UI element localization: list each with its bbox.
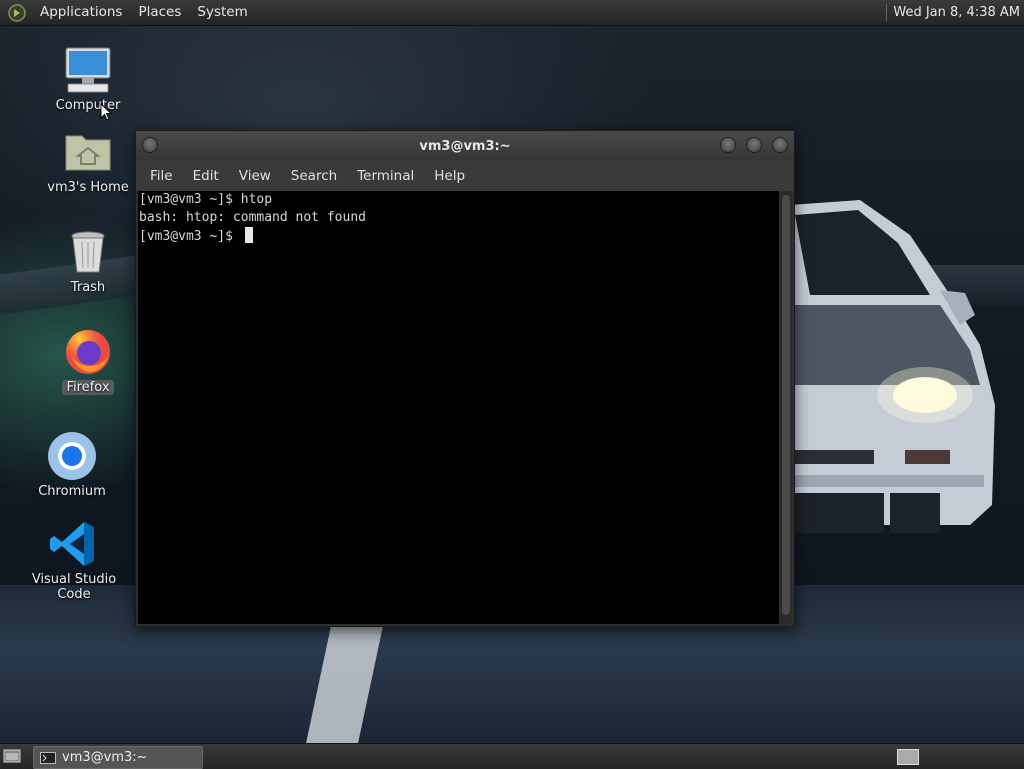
- show-desktop-icon[interactable]: [3, 748, 21, 764]
- desktop-icon-label: Trash: [70, 280, 106, 295]
- window-titlebar[interactable]: vm3@vm3:~: [136, 131, 794, 161]
- desktop-icon-vscode[interactable]: Visual Studio Code: [14, 518, 134, 602]
- centos-logo-icon[interactable]: [8, 3, 26, 22]
- car-image: [790, 200, 995, 533]
- taskbar-item-label: vm3@vm3:~: [62, 750, 148, 765]
- menu-file[interactable]: File: [140, 161, 183, 191]
- trash-icon: [71, 231, 105, 273]
- desktop-icon-label: Visual Studio Code: [31, 572, 117, 602]
- workspace-switcher[interactable]: [897, 749, 919, 765]
- taskbar-item-terminal[interactable]: vm3@vm3:~: [33, 746, 203, 769]
- menu-edit[interactable]: Edit: [183, 161, 229, 191]
- desktop-icon-trash[interactable]: Trash: [28, 226, 148, 295]
- close-button[interactable]: [772, 137, 788, 153]
- desktop-icon-label: Firefox: [62, 380, 114, 395]
- mouse-pointer-icon: [100, 103, 112, 121]
- text-cursor: [244, 227, 253, 243]
- desktop-icon-label: Computer: [55, 98, 121, 113]
- terminal-prompt: [vm3@vm3 ~]$: [139, 229, 241, 244]
- vscode-icon: [50, 522, 94, 566]
- menu-search[interactable]: Search: [281, 161, 347, 191]
- desktop-icon-computer[interactable]: Computer: [28, 44, 148, 113]
- terminal-prompt-line: [vm3@vm3 ~]$: [138, 227, 779, 245]
- home-folder-icon: [65, 135, 111, 171]
- terminal-line: bash: htop: command not found: [139, 210, 366, 225]
- menu-terminal[interactable]: Terminal: [347, 161, 424, 191]
- terminal-window[interactable]: vm3@vm3:~ File Edit View Search Terminal…: [135, 130, 795, 627]
- clock[interactable]: Wed Jan 8, 4:38 AM: [893, 0, 1020, 25]
- panel-separator: [886, 4, 887, 21]
- chromium-icon: [48, 432, 96, 480]
- terminal-icon: [40, 751, 56, 764]
- window-title: vm3@vm3:~: [419, 139, 511, 154]
- places-menu[interactable]: Places: [130, 0, 189, 25]
- applications-menu[interactable]: Applications: [32, 0, 130, 25]
- bottom-panel: vm3@vm3:~: [0, 743, 1024, 769]
- desktop-icon-label: Chromium: [38, 484, 106, 499]
- scrollbar-thumb[interactable]: [782, 195, 790, 615]
- desktop-icon-home[interactable]: vm3's Home: [28, 126, 148, 195]
- menu-help[interactable]: Help: [424, 161, 475, 191]
- computer-icon: [65, 47, 111, 93]
- terminal-line: [vm3@vm3 ~]$ htop: [139, 192, 273, 207]
- terminal-menubar: File Edit View Search Terminal Help: [136, 161, 794, 191]
- terminal-scrollbar[interactable]: [780, 191, 792, 624]
- top-panel: Applications Places System Wed Jan 8, 4:…: [0, 0, 1024, 26]
- system-menu[interactable]: System: [189, 0, 255, 25]
- firefox-icon: [66, 330, 110, 374]
- desktop-icon-chromium[interactable]: Chromium: [12, 430, 132, 499]
- terminal-output[interactable]: [vm3@vm3 ~]$ htop bash: htop: command no…: [138, 191, 779, 624]
- maximize-button[interactable]: [746, 137, 762, 153]
- menu-view[interactable]: View: [229, 161, 281, 191]
- minimize-button[interactable]: [720, 137, 736, 153]
- desktop-icon-firefox[interactable]: Firefox: [28, 326, 148, 395]
- desktop-icon-label: vm3's Home: [47, 180, 129, 195]
